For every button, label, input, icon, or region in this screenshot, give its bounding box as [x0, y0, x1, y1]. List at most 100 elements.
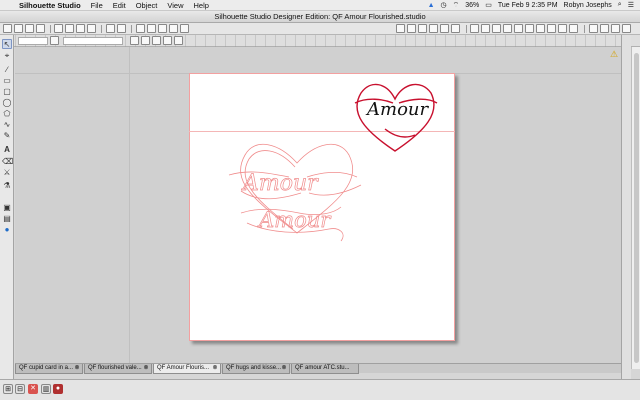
print-and-cut-icon[interactable] [451, 24, 460, 33]
tab-qf-amour-flourished[interactable]: QF Amour Flouris... ⊗ [153, 364, 221, 374]
replicate-icon[interactable] [514, 24, 523, 33]
toolbar-divider [466, 25, 467, 33]
user-name[interactable]: Robyn Josephs [564, 2, 612, 9]
text-tool-icon[interactable]: A [2, 145, 12, 155]
undo-icon[interactable] [106, 24, 115, 33]
tab-qf-cupid-card[interactable]: QF cupid card in a... ⊗ [15, 364, 83, 374]
paste-icon[interactable] [76, 24, 85, 33]
move-to-back-icon[interactable]: ▥ [41, 384, 51, 394]
document-tabs: QF cupid card in a... ⊗ QF flourished va… [15, 363, 621, 374]
redo-icon[interactable] [117, 24, 126, 33]
rounded-rectangle-tool-icon[interactable]: ▢ [2, 87, 12, 97]
download-icon[interactable]: ● [2, 225, 12, 235]
tab-qf-hugs-and-kisses[interactable]: QF hugs and kisse... ⊗ [222, 364, 290, 374]
send-panel-icon[interactable] [600, 24, 609, 33]
zoom-select-icon[interactable] [158, 24, 167, 33]
ellipse-tool-icon[interactable]: ◯ [2, 98, 12, 108]
deselect-icon[interactable]: ⊟ [15, 384, 25, 394]
cutting-mat-page[interactable]: Amour Amour Amour [189, 73, 455, 341]
settings-icon[interactable] [611, 24, 620, 33]
save-icon[interactable] [25, 24, 34, 33]
duplicate-icon[interactable] [87, 24, 96, 33]
close-icon[interactable]: ⊗ [74, 365, 80, 371]
outline-amour-text-2[interactable]: Amour [257, 208, 333, 233]
new-document-icon[interactable] [3, 24, 12, 33]
zoom-out-icon[interactable] [147, 24, 156, 33]
menu-file[interactable]: File [86, 1, 108, 10]
warning-icon[interactable]: ⚠ [610, 49, 618, 60]
offset-icon[interactable] [536, 24, 545, 33]
tab-qf-amour-atc[interactable]: QF amour ATC.stu... [291, 364, 359, 374]
design-page-icon[interactable] [589, 24, 598, 33]
close-icon[interactable]: ⊗ [212, 365, 218, 371]
notification-center-icon[interactable]: ☰ [628, 1, 634, 9]
battery-icon[interactable]: ▭ [485, 1, 492, 9]
line-tool-icon[interactable]: ∕ [2, 65, 12, 75]
delete-icon[interactable]: ✕ [28, 384, 38, 394]
print-icon[interactable] [36, 24, 45, 33]
filled-amour-text[interactable]: Amour [365, 99, 429, 120]
status-icon-wifi[interactable]: ⌔ [453, 1, 460, 10]
library-icon[interactable] [558, 24, 567, 33]
freehand-tool-icon[interactable]: ✎ [2, 131, 12, 141]
line-width-field[interactable] [18, 37, 48, 45]
send-to-cutter-icon[interactable] [440, 24, 449, 33]
vertical-scrollbar[interactable] [631, 47, 640, 369]
curve-tool-icon[interactable]: ∿ [2, 120, 12, 130]
menubar: Silhouette Studio File Edit Object View … [0, 0, 640, 11]
group-icon[interactable] [130, 36, 139, 45]
toolbar-divider [584, 25, 585, 33]
store-icon[interactable] [569, 24, 578, 33]
menu-view[interactable]: View [162, 1, 188, 10]
eyedropper-tool-icon[interactable]: ⚗ [2, 181, 12, 191]
layers-panel-icon[interactable]: ▤ [2, 214, 12, 224]
compound-icon[interactable] [152, 36, 161, 45]
page-setup-icon[interactable] [407, 24, 416, 33]
cut-icon[interactable] [54, 24, 63, 33]
line-color-icon[interactable] [481, 24, 490, 33]
trace-icon[interactable] [547, 24, 556, 33]
select-all-icon[interactable]: ⊞ [3, 384, 13, 394]
trash-icon[interactable]: ● [53, 384, 63, 394]
library-panel-icon[interactable]: ▣ [2, 203, 12, 213]
clock[interactable]: Tue Feb 9 2:35 PM [498, 2, 558, 9]
ungroup-icon[interactable] [141, 36, 150, 45]
edit-points-icon[interactable]: ⌖ [2, 51, 12, 61]
close-icon[interactable]: ⊗ [281, 365, 287, 371]
pan-icon[interactable] [169, 24, 178, 33]
weld-icon[interactable] [174, 36, 183, 45]
outline-amour-text-1[interactable]: Amour [241, 171, 320, 197]
release-icon[interactable] [163, 36, 172, 45]
rectangle-tool-icon[interactable]: ▭ [2, 76, 12, 86]
cut-settings-icon[interactable] [429, 24, 438, 33]
design-canvas[interactable]: Amour Amour Amour [15, 47, 621, 363]
transform-icon[interactable] [503, 24, 512, 33]
polygon-tool-icon[interactable]: ⬠ [2, 109, 12, 119]
select-tool-icon[interactable]: ↖ [2, 39, 12, 49]
status-icon-timemachine[interactable]: ◷ [441, 1, 447, 9]
close-icon[interactable]: ⊗ [143, 365, 149, 371]
eraser-tool-icon[interactable]: ⌫ [2, 157, 13, 167]
fit-to-page-icon[interactable] [180, 24, 189, 33]
toolbar-divider [50, 25, 51, 33]
copy-icon[interactable] [65, 24, 74, 33]
line-style-icon[interactable] [492, 24, 501, 33]
scrollbar-thumb[interactable] [634, 53, 639, 363]
menu-object[interactable]: Object [131, 1, 163, 10]
tab-qf-flourished-valentine[interactable]: QF flourished vale... ⊗ [84, 364, 152, 374]
menu-edit[interactable]: Edit [108, 1, 131, 10]
status-icon-dropbox[interactable]: ▲ [428, 2, 435, 9]
fill-color-icon[interactable] [470, 24, 479, 33]
arrow-up-icon[interactable] [50, 36, 59, 45]
modify-icon[interactable] [525, 24, 534, 33]
font-field[interactable] [63, 37, 123, 45]
menu-help[interactable]: Help [189, 1, 214, 10]
zoom-in-icon[interactable] [136, 24, 145, 33]
registration-marks-icon[interactable] [418, 24, 427, 33]
help-icon[interactable] [622, 24, 631, 33]
knife-tool-icon[interactable]: ⚔ [2, 168, 12, 178]
app-menu[interactable]: Silhouette Studio [14, 1, 86, 10]
grid-toggle-icon[interactable] [396, 24, 405, 33]
spotlight-icon[interactable]: ⌕ [618, 1, 622, 9]
open-icon[interactable] [14, 24, 23, 33]
